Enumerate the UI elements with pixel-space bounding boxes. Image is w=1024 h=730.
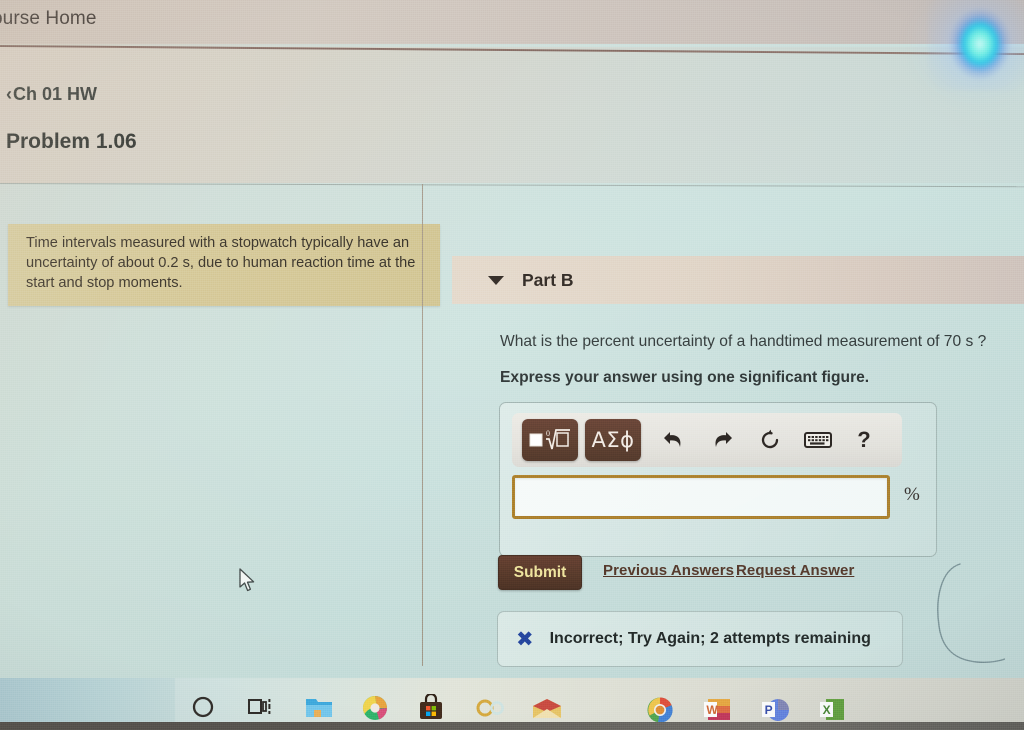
previous-answers-link[interactable]: Previous Answers — [603, 562, 734, 579]
keyboard-icon[interactable] — [801, 422, 835, 458]
taskbar-item-mail[interactable] — [532, 698, 561, 724]
tab-course-home[interactable]: ourse Home — [0, 8, 97, 30]
taskbar-item-word[interactable]: W — [704, 698, 730, 724]
reset-icon[interactable] — [753, 422, 787, 458]
redo-icon[interactable] — [705, 422, 739, 458]
taskbar-left-region — [0, 678, 175, 724]
powerpoint-icon: P — [762, 699, 789, 721]
svg-text:X: X — [823, 703, 831, 717]
taskbar-item-microsoft-store[interactable] — [418, 692, 444, 720]
undo-icon[interactable] — [657, 422, 691, 458]
mouse-cursor — [239, 568, 255, 592]
screen-photo: ourse Home ‹Ch 01 HW Problem 1.06 Time i… — [0, 0, 1024, 730]
taskbar-item-powerpoint[interactable]: P — [762, 698, 789, 724]
undo-arrow-icon — [664, 432, 681, 447]
taskbar-item-office[interactable] — [476, 697, 504, 723]
request-answer-link[interactable]: Request Answer — [736, 562, 854, 579]
taskbar-item-file-explorer[interactable] — [305, 696, 332, 722]
collapse-caret-icon[interactable] — [488, 275, 504, 285]
svg-text:0: 0 — [546, 429, 550, 438]
taskbar-item-cortana[interactable] — [190, 694, 216, 720]
nth-root-icon: 0 — [529, 429, 570, 450]
on-screen-keyboard-icon — [804, 432, 832, 448]
microsoft-store-icon — [420, 692, 442, 719]
answer-widget: 0 ΑΣϕ ? % — [499, 402, 937, 557]
feedback-banner: ✖ Incorrect; Try Again; 2 attempts remai… — [497, 611, 903, 667]
right-column: Part B What is the percent uncertainty o… — [423, 184, 1024, 667]
math-template-button[interactable]: 0 — [522, 419, 578, 461]
question-text: What is the percent uncertainty of a han… — [500, 333, 987, 350]
back-chevron-icon: ‹ — [6, 84, 12, 104]
taskbar-item-edge[interactable] — [361, 694, 388, 720]
mail-envelope-icon — [533, 699, 561, 718]
submit-button[interactable]: Submit — [498, 555, 582, 590]
office-rings-icon — [476, 699, 504, 717]
word-icon: W — [704, 699, 730, 720]
refresh-circle-icon — [761, 429, 779, 449]
redo-arrow-icon — [715, 432, 732, 447]
math-toolbar: 0 ΑΣϕ ? — [512, 413, 902, 467]
page-title: Problem 1.06 — [6, 130, 137, 153]
help-icon[interactable]: ? — [847, 422, 881, 458]
cortana-circle-icon — [192, 696, 214, 718]
answer-input[interactable] — [512, 475, 890, 519]
file-explorer-icon — [306, 699, 332, 717]
taskbar-item-task-view[interactable] — [246, 694, 272, 720]
edge-browser-icon — [362, 695, 388, 720]
part-b-label: Part B — [522, 269, 574, 290]
problem-statement: Time intervals measured with a stopwatch… — [8, 224, 440, 306]
laptop-bezel-edge — [0, 722, 1024, 730]
browser-top-strip: ourse Home — [0, 0, 1024, 44]
taskbar-item-chrome[interactable] — [646, 696, 673, 723]
unit-label: % — [904, 484, 920, 505]
page-header-band — [0, 47, 1024, 183]
task-view-icon — [248, 699, 271, 714]
chrome-browser-icon — [647, 697, 673, 723]
left-column: Time intervals measured with a stopwatch… — [0, 184, 440, 666]
part-b-header[interactable]: Part B — [452, 256, 1024, 304]
svg-text:W: W — [706, 703, 718, 717]
breadcrumb[interactable]: ‹Ch 01 HW — [6, 84, 97, 105]
instruction-text: Express your answer using one significan… — [500, 369, 870, 386]
excel-icon: X — [820, 699, 844, 720]
breadcrumb-label: Ch 01 HW — [13, 84, 98, 104]
taskbar-item-excel[interactable]: X — [820, 698, 846, 724]
svg-text:P: P — [765, 703, 773, 717]
feedback-message: Incorrect; Try Again; 2 attempts remaini… — [549, 630, 871, 647]
incorrect-x-icon: ✖ — [516, 627, 534, 651]
greek-letters-button[interactable]: ΑΣϕ — [585, 419, 641, 461]
column-divider — [422, 184, 423, 666]
